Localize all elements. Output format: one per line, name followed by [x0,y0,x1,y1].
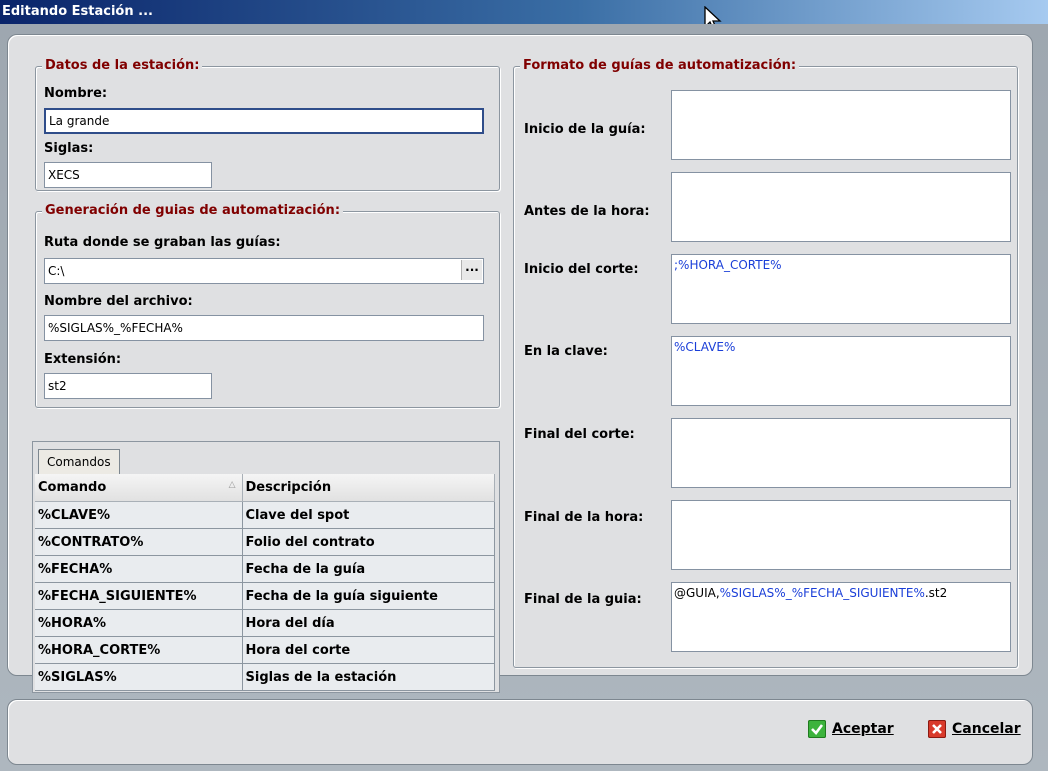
table-row[interactable]: %CLAVE% Clave del spot [35,501,495,529]
sort-arrow-icon: △ [228,480,236,490]
format-memo-start-guide[interactable] [671,90,1011,160]
name-input[interactable]: La grande [44,108,484,134]
description-cell: Folio del contrato [242,528,495,556]
format-label-end-guide: Final de la guia: [524,592,642,607]
name-label: Nombre: [44,86,108,101]
command-cell: %CLAVE% [35,501,243,529]
format-memo-in-key[interactable]: %CLAVE% [671,336,1011,406]
end-guide-variables: %SIGLAS%_%FECHA_SIGUIENTE% [719,586,925,600]
extension-label: Extensión: [44,352,122,367]
command-cell: %SIGLAS% [35,663,243,691]
format-label-in-key: En la clave: [524,344,608,359]
format-memo-before-hour[interactable] [671,172,1011,242]
acronym-label: Siglas: [44,141,94,156]
close-icon [928,720,946,738]
table-row[interactable]: %HORA% Hora del día [35,609,495,637]
command-cell: %FECHA% [35,555,243,583]
station-data-legend: Datos de la estación: [42,58,203,74]
filename-label: Nombre del archivo: [44,294,193,309]
path-label: Ruta donde se graban las guías: [44,235,281,250]
cancel-label: Cancelar [952,721,1021,737]
window-title: Editando Estación ... [2,4,153,19]
station-data-group: Datos de la estación: Nombre: La grande … [35,58,500,191]
command-cell: %HORA_CORTE% [35,636,243,664]
format-legend: Formato de guías de automatización: [520,58,800,74]
description-cell: Hora del corte [242,636,495,664]
table-row[interactable]: %FECHA_SIGUIENTE% Fecha de la guía siguie… [35,582,495,610]
dialog-body: Datos de la estación: Nombre: La grande … [0,24,1048,771]
format-memo-start-cut[interactable]: ;%HORA_CORTE% [671,254,1011,324]
command-cell: %CONTRATO% [35,528,243,556]
end-guide-suffix: .st2 [924,586,948,600]
commands-tab-panel: Comandos Comando △ Descripción %CLAVE% Cla… [32,441,500,693]
description-cell: Fecha de la guía siguiente [242,582,495,610]
end-guide-prefix: @GUIA, [674,586,720,600]
description-cell: Siglas de la estación [242,663,495,691]
commands-grid: Comando △ Descripción %CLAVE% Clave del sp… [35,474,495,691]
extension-input[interactable]: st2 [44,373,212,399]
accept-button[interactable]: Aceptar [808,720,894,738]
format-memo-end-cut[interactable] [671,418,1011,488]
grid-header-row: Comando △ Descripción [35,474,495,502]
format-label-end-hour: Final de la hora: [524,510,644,525]
table-row[interactable]: %FECHA% Fecha de la guía [35,555,495,583]
acronym-input[interactable]: XECS [44,162,212,188]
column-header-command[interactable]: Comando △ [35,474,243,502]
format-memo-end-guide[interactable]: @GUIA,%SIGLAS%_%FECHA_SIGUIENTE%.st2 [671,582,1011,652]
column-header-description[interactable]: Descripción [242,474,495,502]
table-row[interactable]: %SIGLAS% Siglas de la estación [35,663,495,691]
browse-button[interactable]: ... [461,260,482,280]
filename-input[interactable]: %SIGLAS%_%FECHA% [44,315,484,341]
description-cell: Clave del spot [242,501,495,529]
generation-legend: Generación de guias de automatización: [42,203,344,219]
title-bar[interactable]: Editando Estación ... [0,0,1048,24]
path-input[interactable]: C:\ ... [44,258,484,284]
check-icon [808,720,826,738]
description-cell: Hora del día [242,609,495,637]
generation-group: Generación de guias de automatización: R… [35,203,500,408]
description-cell: Fecha de la guía [242,555,495,583]
command-cell: %FECHA_SIGUIENTE% [35,582,243,610]
accept-label: Aceptar [832,721,894,737]
command-cell: %HORA% [35,609,243,637]
path-value: C:\ [48,264,65,278]
format-label-before-hour: Antes de la hora: [524,204,650,219]
format-label-end-cut: Final del corte: [524,427,635,442]
table-row[interactable]: %HORA_CORTE% Hora del corte [35,636,495,664]
cancel-button[interactable]: Cancelar [928,720,1021,738]
table-row[interactable]: %CONTRATO% Folio del contrato [35,528,495,556]
format-label-start-guide: Inicio de la guía: [524,122,646,137]
format-memo-end-hour[interactable] [671,500,1011,570]
tab-commands[interactable]: Comandos [38,449,120,474]
format-label-start-cut: Inicio del corte: [524,262,639,277]
